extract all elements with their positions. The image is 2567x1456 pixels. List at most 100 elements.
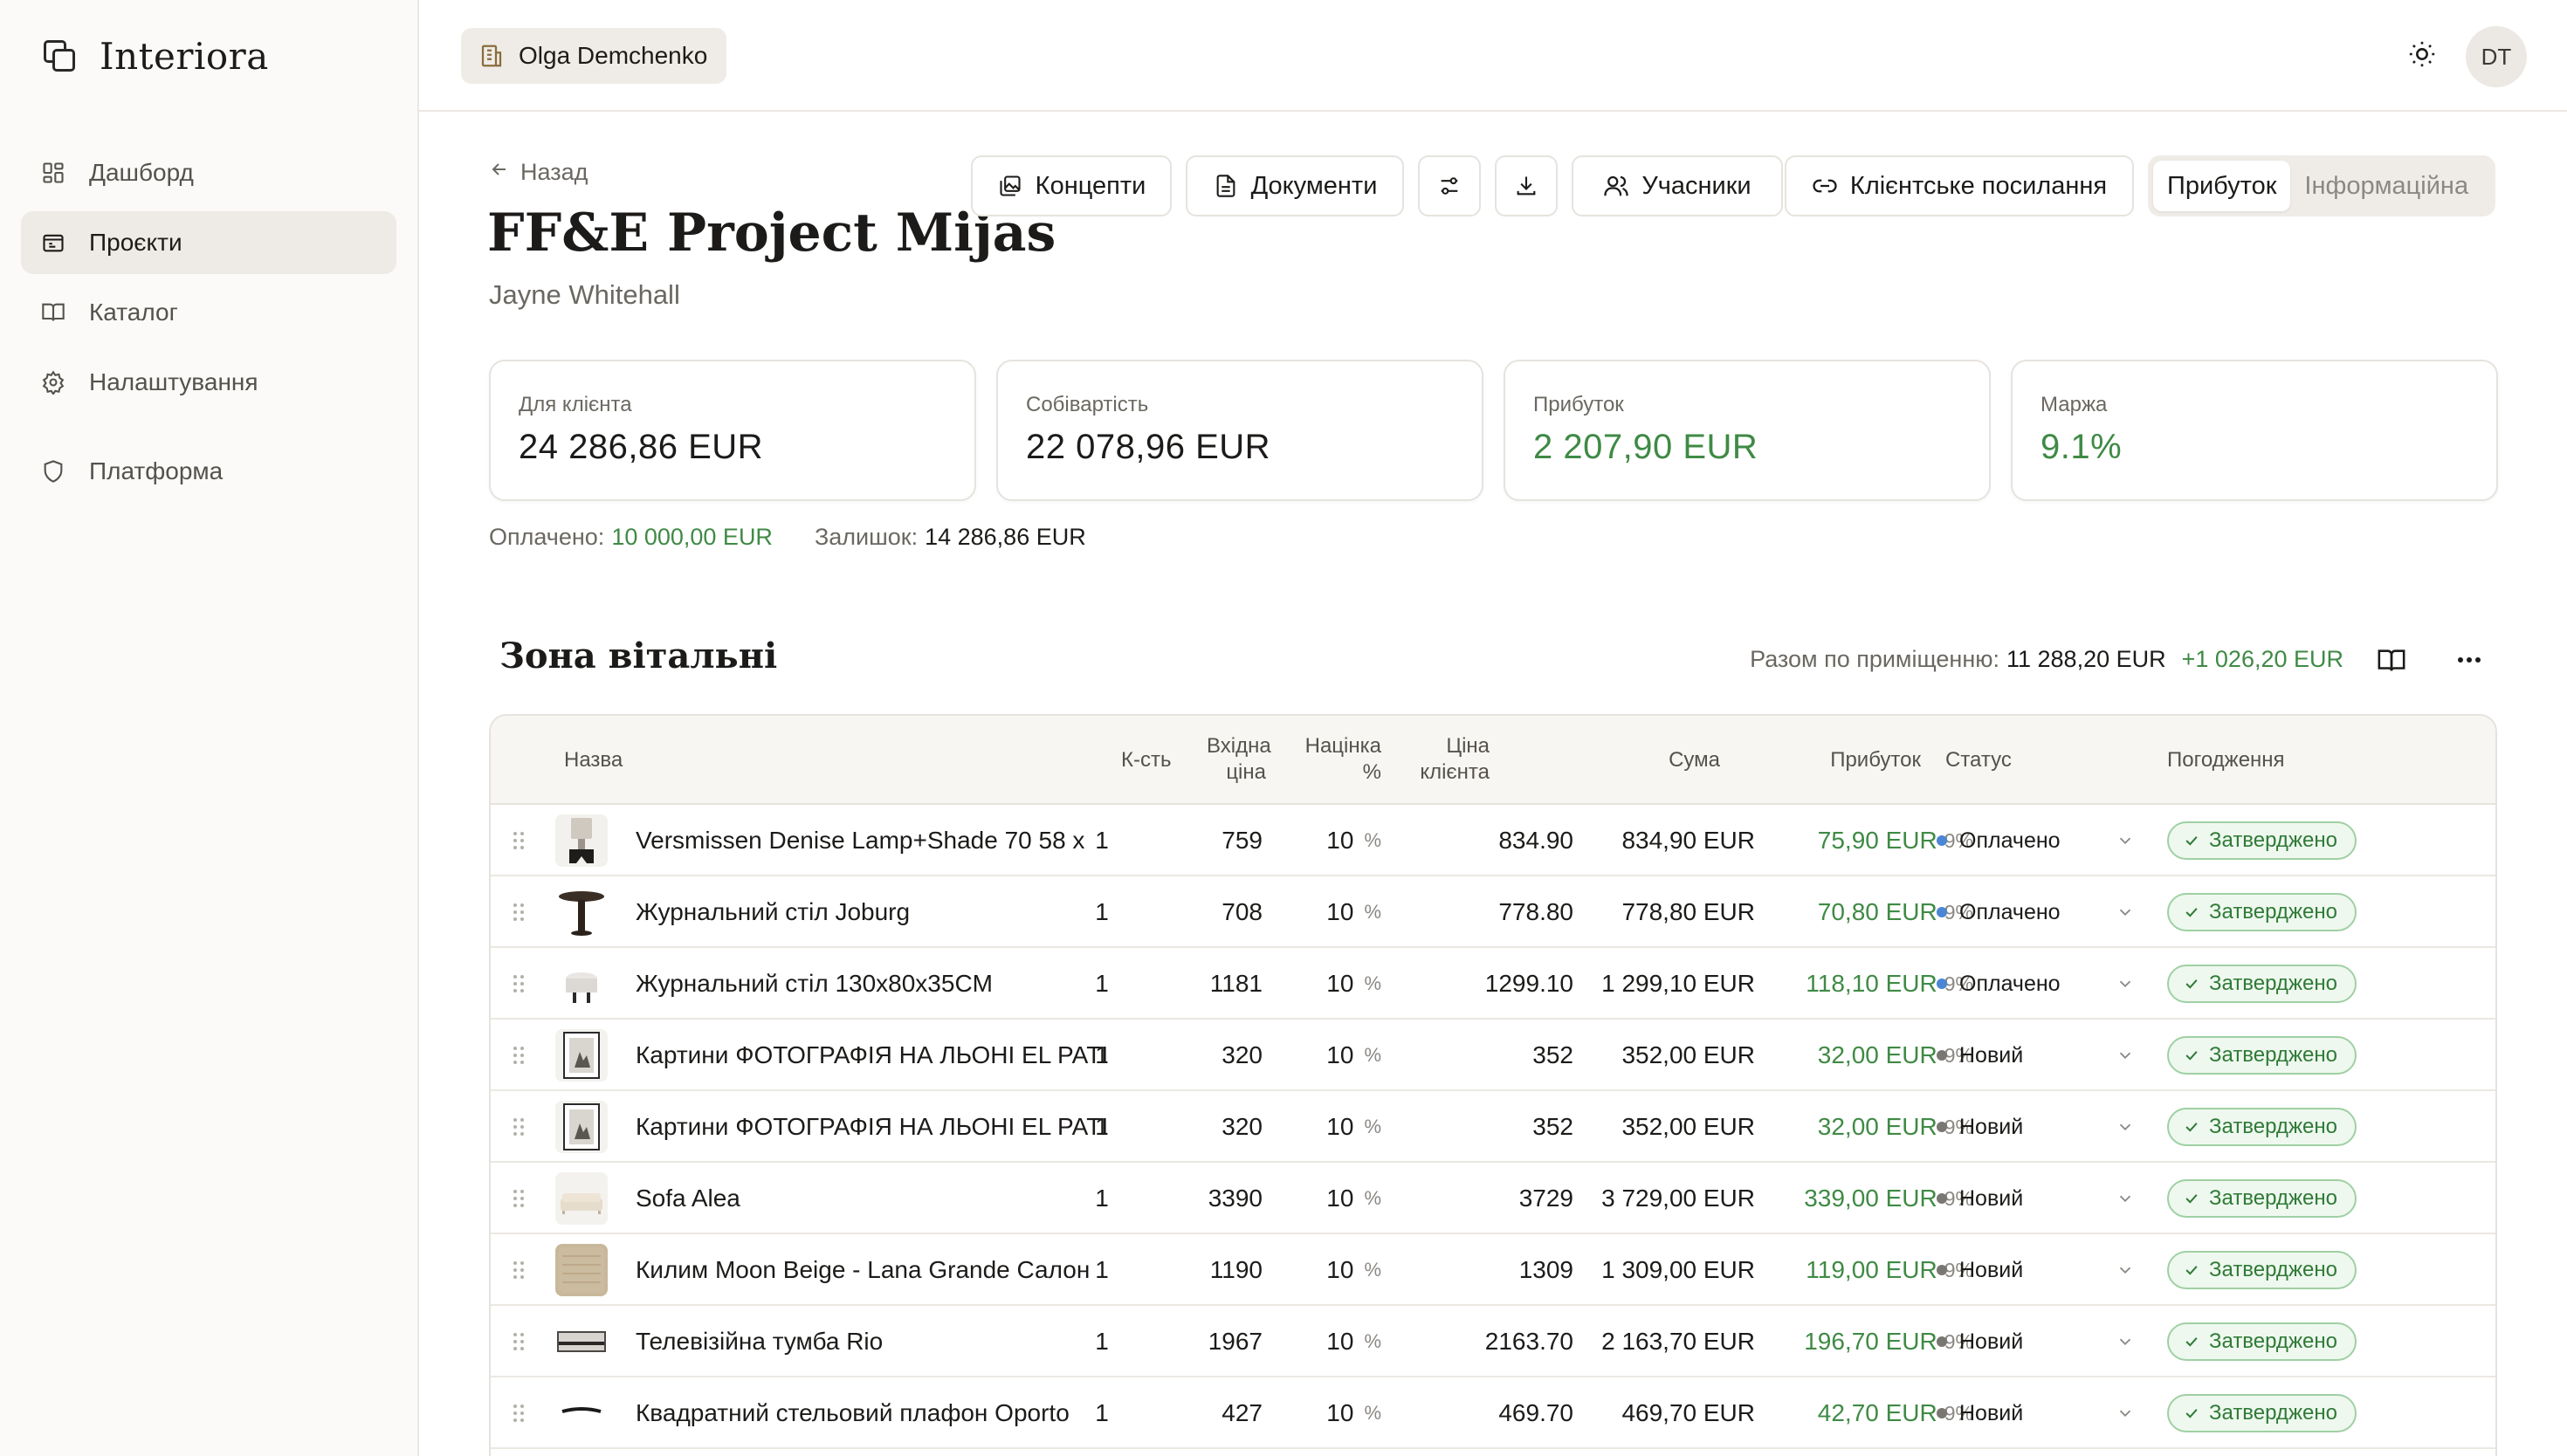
item-name[interactable]: Картини ФОТОГРАФІЯ НА ЛЬОНІ EL PATI — [636, 1020, 1139, 1091]
item-qty[interactable]: 1 — [1067, 1306, 1137, 1377]
status-select[interactable]: Новий — [1937, 1091, 2111, 1163]
item-name[interactable]: Sofa Alea — [636, 1163, 1139, 1234]
download-button[interactable] — [1495, 155, 1558, 216]
drag-handle-icon[interactable] — [506, 1091, 531, 1163]
sidebar-item-catalog[interactable]: Каталог — [21, 281, 396, 344]
item-qty[interactable]: 1 — [1067, 1020, 1137, 1091]
drag-handle-icon[interactable] — [506, 805, 531, 876]
status-select[interactable]: Оплачено — [1937, 948, 2111, 1020]
item-name[interactable]: Журнальний стіл Joburg — [636, 876, 1139, 948]
chevron-down-icon[interactable] — [2108, 1306, 2143, 1377]
status-select[interactable]: Новий — [1937, 1306, 2111, 1377]
col-name[interactable]: Назва — [564, 747, 623, 773]
status-select[interactable]: Новий — [1937, 1163, 2111, 1234]
item-markup[interactable]: 10% — [1277, 948, 1381, 1020]
col-price[interactable]: Вхідна ціна — [1207, 733, 1271, 786]
drag-handle-icon[interactable] — [506, 1234, 531, 1306]
view-profit-tab[interactable]: Прибуток — [2153, 161, 2291, 211]
item-price[interactable]: 320 — [1154, 1091, 1263, 1163]
chevron-down-icon[interactable] — [2108, 1234, 2143, 1306]
client-link-button[interactable]: Клієнтське посилання — [1785, 155, 2134, 216]
filters-button[interactable] — [1418, 155, 1481, 216]
item-name[interactable]: Килим Moon Beige - Lana Grande Салон — [636, 1234, 1139, 1306]
drag-handle-icon[interactable] — [506, 1377, 531, 1449]
view-info-tab[interactable]: Інформаційна — [2290, 161, 2482, 211]
col-client-price[interactable]: Ціна клієнта — [1416, 733, 1490, 786]
item-markup[interactable]: 10% — [1277, 1234, 1381, 1306]
item-name[interactable]: Квадратний стельовий плафон Oporto — [636, 1377, 1139, 1449]
col-markup[interactable]: Націнка % — [1294, 733, 1381, 786]
table-row[interactable]: Картини ФОТОГРАФІЯ НА ЛЬОНІ EL PATI 1 320 1… — [491, 1020, 2495, 1091]
chevron-down-icon[interactable] — [2108, 948, 2143, 1020]
approval-badge[interactable]: Затверджено — [2167, 1179, 2357, 1218]
theme-toggle[interactable] — [2403, 37, 2441, 75]
approval-badge[interactable]: Затверджено — [2167, 893, 2357, 931]
col-qty[interactable]: К-сть — [1121, 747, 1171, 773]
drag-handle-icon[interactable] — [506, 1306, 531, 1377]
item-markup[interactable]: 10% — [1277, 876, 1381, 948]
item-markup[interactable]: 10% — [1277, 1091, 1381, 1163]
col-approval[interactable]: Погодження — [2167, 747, 2285, 773]
drag-handle-icon[interactable] — [506, 1020, 531, 1091]
col-profit[interactable]: Прибуток — [1800, 747, 1921, 773]
item-price[interactable]: 1967 — [1154, 1306, 1263, 1377]
participants-button[interactable]: Учасники — [1572, 155, 1783, 216]
sidebar-item-platform[interactable]: Платформа — [21, 440, 396, 503]
item-price[interactable]: 1181 — [1154, 948, 1263, 1020]
col-status[interactable]: Статус — [1945, 747, 2012, 773]
table-row[interactable]: Журнальний стіл 130x80x35CM 1 1181 10% 1299.… — [491, 948, 2495, 1020]
item-name[interactable]: Картини ФОТОГРАФІЯ НА ЛЬОНІ EL PATI — [636, 1091, 1139, 1163]
item-qty[interactable]: 1 — [1067, 876, 1137, 948]
approval-badge[interactable]: Затверджено — [2167, 1036, 2357, 1075]
item-qty[interactable]: 1 — [1067, 1234, 1137, 1306]
item-qty[interactable]: 1 — [1067, 1377, 1137, 1449]
concepts-button[interactable]: Концепти — [971, 155, 1172, 216]
table-row[interactable]: Килим Moon Beige - Lana Grande Салон 1 119… — [491, 1234, 2495, 1306]
status-select[interactable]: Оплачено — [1937, 876, 2111, 948]
approval-badge[interactable]: Затверджено — [2167, 1322, 2357, 1361]
approval-badge[interactable]: Затверджено — [2167, 1108, 2357, 1146]
status-select[interactable]: Новий — [1937, 1234, 2111, 1306]
item-price[interactable]: 320 — [1154, 1020, 1263, 1091]
approval-badge[interactable]: Затверджено — [2167, 965, 2357, 1003]
table-row[interactable]: Sofa Alea 1 3390 10% 3729 3 729,00 EUR 339,00 … — [491, 1163, 2495, 1234]
item-markup[interactable]: 10% — [1277, 805, 1381, 876]
status-select[interactable]: Новий — [1937, 1020, 2111, 1091]
item-price[interactable]: 708 — [1154, 876, 1263, 948]
documents-button[interactable]: Документи — [1186, 155, 1404, 216]
zone-catalog-button[interactable] — [2377, 646, 2408, 676]
drag-handle-icon[interactable] — [506, 948, 531, 1020]
chevron-down-icon[interactable] — [2108, 805, 2143, 876]
drag-handle-icon[interactable] — [506, 876, 531, 948]
col-sum[interactable]: Сума — [1626, 747, 1720, 773]
chevron-down-icon[interactable] — [2108, 1020, 2143, 1091]
item-qty[interactable]: 1 — [1067, 1163, 1137, 1234]
item-name[interactable]: Versmissen Denise Lamp+Shade 70 58 x — [636, 805, 1139, 876]
item-name[interactable]: Телевізійна тумба Rio — [636, 1306, 1139, 1377]
table-row[interactable]: Картини ФОТОГРАФІЯ НА ЛЬОНІ EL PATI 1 320 1… — [491, 1091, 2495, 1163]
approval-badge[interactable]: Затверджено — [2167, 821, 2357, 860]
back-link[interactable]: Назад — [489, 159, 588, 186]
item-name[interactable]: Журнальний стіл 130x80x35CM — [636, 948, 1139, 1020]
table-row[interactable]: Телевізійна тумба Rio 1 1967 10% 2163.70 2 16… — [491, 1306, 2495, 1377]
zone-more-button[interactable] — [2452, 646, 2487, 676]
org-switcher[interactable]: Olga Demchenko — [461, 28, 727, 84]
approval-badge[interactable]: Затверджено — [2167, 1251, 2357, 1289]
chevron-down-icon[interactable] — [2108, 1163, 2143, 1234]
item-price[interactable]: 1190 — [1154, 1234, 1263, 1306]
approval-badge[interactable]: Затверджено — [2167, 1394, 2357, 1432]
table-row[interactable]: Versmissen Denise Lamp+Shade 70 58 x 1 759… — [491, 805, 2495, 876]
item-price[interactable]: 427 — [1154, 1377, 1263, 1449]
item-qty[interactable]: 1 — [1067, 805, 1137, 876]
sidebar-item-dashboard[interactable]: Дашборд — [21, 141, 396, 204]
item-price[interactable]: 3390 — [1154, 1163, 1263, 1234]
drag-handle-icon[interactable] — [506, 1163, 531, 1234]
table-row[interactable]: Журнальний стіл Joburg 1 708 10% 778.80 778,8… — [491, 876, 2495, 948]
status-select[interactable]: Новий — [1937, 1377, 2111, 1449]
chevron-down-icon[interactable] — [2108, 1091, 2143, 1163]
chevron-down-icon[interactable] — [2108, 876, 2143, 948]
item-qty[interactable]: 1 — [1067, 1091, 1137, 1163]
item-markup[interactable]: 10% — [1277, 1163, 1381, 1234]
sidebar-item-projects[interactable]: Проєкти — [21, 211, 396, 274]
item-markup[interactable]: 10% — [1277, 1020, 1381, 1091]
